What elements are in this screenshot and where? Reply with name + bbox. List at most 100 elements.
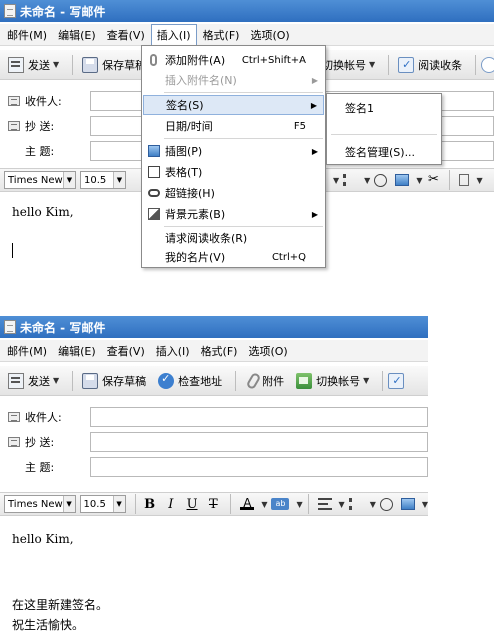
bold-button[interactable]: B xyxy=(140,495,158,513)
insert-image-icon[interactable] xyxy=(395,174,410,186)
save-draft-label: 保存草稿 xyxy=(102,374,147,388)
save-draft-button[interactable]: 保存草稿 xyxy=(78,55,150,75)
cc-label[interactable]: 抄 送: xyxy=(0,434,84,450)
highlight-icon[interactable]: ab xyxy=(271,498,290,510)
attach-button[interactable]: 附件 xyxy=(241,371,288,391)
align-icon[interactable] xyxy=(317,498,332,510)
my-card-shortcut: Ctrl+Q xyxy=(271,251,306,263)
info-icon[interactable] xyxy=(481,56,494,73)
send-button[interactable]: 发送 ▼ xyxy=(4,55,63,75)
menu-options[interactable]: 选项(O) xyxy=(243,341,292,361)
strikethrough-button[interactable]: T xyxy=(204,495,222,513)
chevron-down-icon[interactable]: ▼ xyxy=(296,500,302,509)
to-label[interactable]: 收件人: xyxy=(0,93,84,109)
title-bar: 未命名 - 写邮件 xyxy=(0,0,494,22)
chevron-down-icon[interactable]: ▼ xyxy=(53,376,59,385)
menu-item-my-card[interactable]: 我的名片(V) Ctrl+Q xyxy=(143,247,324,267)
screenshot-scissors-icon[interactable]: ✂ xyxy=(426,173,440,186)
bullet-list-icon[interactable] xyxy=(348,498,363,510)
my-card-label: 我的名片(V) xyxy=(165,251,226,264)
menu-view[interactable]: 查看(V) xyxy=(102,341,150,361)
emoticon-icon[interactable] xyxy=(379,497,393,511)
chevron-down-icon[interactable]: ▼ xyxy=(363,376,369,385)
chevron-down-icon[interactable]: ▼ xyxy=(63,172,75,188)
chevron-down-icon[interactable]: ▼ xyxy=(364,176,370,185)
subject-label: 主 题: xyxy=(25,461,55,474)
submenu-item-manage-signatures[interactable]: 签名管理(S)... xyxy=(345,144,415,160)
menu-item-background[interactable]: 背景元素(B) ▶ xyxy=(143,204,324,224)
chevron-down-icon[interactable]: ▼ xyxy=(113,172,125,188)
chevron-down-icon[interactable]: ▼ xyxy=(62,496,75,512)
menu-item-datetime[interactable]: 日期/时间 F5 xyxy=(143,116,324,136)
menu-insert[interactable]: 插入(I) xyxy=(151,341,195,361)
menu-format[interactable]: 格式(F) xyxy=(196,341,243,361)
submenu-item-signature1[interactable]: 签名1 xyxy=(345,100,374,116)
chevron-down-icon[interactable]: ▼ xyxy=(422,500,428,509)
italic-button[interactable]: I xyxy=(162,495,180,513)
cc-input[interactable] xyxy=(90,432,428,452)
font-size-select[interactable]: 10.5 ▼ xyxy=(79,495,126,513)
menu-view[interactable]: 查看(V) xyxy=(102,25,150,45)
chevron-down-icon[interactable]: ▼ xyxy=(339,500,345,509)
chevron-right-icon: ▶ xyxy=(311,209,318,219)
menu-mail[interactable]: 邮件(M) xyxy=(2,25,52,45)
menu-format[interactable]: 格式(F) xyxy=(198,25,245,45)
save-draft-label: 保存草稿 xyxy=(102,58,147,72)
check-address-button[interactable]: 检查地址 xyxy=(154,371,226,391)
read-receipt-label: 阅读收条 xyxy=(418,58,463,72)
to-label-text: 收件人: xyxy=(25,95,62,108)
chevron-down-icon[interactable]: ▼ xyxy=(476,176,482,185)
request-receipt-label: 请求阅读收条(R) xyxy=(165,232,248,245)
switch-account-button[interactable]: 切换帐号 ▼ xyxy=(292,371,373,391)
insert-image-icon[interactable] xyxy=(400,498,415,510)
cc-label[interactable]: 抄 送: xyxy=(0,118,84,134)
font-family-select[interactable]: Times New R ▼ xyxy=(4,495,76,513)
format-right-group: ▼ ▼ ▼ ✂ ▼ xyxy=(330,170,483,190)
save-draft-button[interactable]: 保存草稿 xyxy=(78,371,150,391)
signature-line: 在这里新建签名。 xyxy=(12,598,109,612)
menu-item-picture[interactable]: 插图(P) ▶ xyxy=(143,141,324,161)
menu-item-attach-file[interactable]: 添加附件(A) Ctrl+Shift+A xyxy=(143,50,324,70)
cc-label-text: 抄 送: xyxy=(25,436,55,449)
chevron-down-icon[interactable]: ▼ xyxy=(112,496,125,512)
toolbar-separator xyxy=(235,370,237,391)
subject-input[interactable] xyxy=(90,457,428,477)
menu-item-signature[interactable]: 签名(S) ▶ xyxy=(143,95,324,115)
menu-edit[interactable]: 编辑(E) xyxy=(53,25,101,45)
send-button[interactable]: 发送 ▼ xyxy=(4,371,63,391)
chevron-down-icon[interactable]: ▼ xyxy=(261,500,267,509)
read-receipt-icon[interactable] xyxy=(388,372,405,389)
to-label[interactable]: 收件人: xyxy=(0,409,84,425)
contact-card-icon xyxy=(8,437,20,447)
emoticon-icon[interactable] xyxy=(374,173,388,187)
format-toolbar: Times New R ▼ 10.5 ▼ B I U T A ▼ ab ▼ ▼ … xyxy=(0,492,428,516)
menu-item-request-receipt[interactable]: 请求阅读收条(R) xyxy=(143,228,324,248)
chevron-down-icon[interactable]: ▼ xyxy=(416,176,422,185)
chevron-down-icon[interactable]: ▼ xyxy=(370,500,376,509)
font-color-icon[interactable]: A xyxy=(240,497,255,510)
send-label: 发送 xyxy=(28,58,50,72)
floppy-icon xyxy=(82,56,99,73)
underline-button[interactable]: U xyxy=(183,495,201,513)
message-body-editor[interactable]: hello Kim, 在这里新建签名。 祝生活愉快。 xyxy=(0,518,428,644)
menu-mail[interactable]: 邮件(M) xyxy=(2,341,52,361)
stationery-icon[interactable] xyxy=(459,174,470,186)
read-receipt-button[interactable]: 阅读收条 xyxy=(394,55,466,75)
chevron-down-icon[interactable]: ▼ xyxy=(369,60,375,69)
menu-insert[interactable]: 插入(I) xyxy=(150,24,197,45)
paperclip-icon xyxy=(150,54,157,66)
compose-window-with-signature: 未命名 - 写邮件 邮件(M) 编辑(E) 查看(V) 插入(I) 格式(F) … xyxy=(0,316,428,644)
menu-edit[interactable]: 编辑(E) xyxy=(53,341,101,361)
menu-item-table[interactable]: 表格(T) xyxy=(143,162,324,182)
menu-item-hyperlink[interactable]: 超链接(H) xyxy=(143,183,324,203)
to-input[interactable] xyxy=(90,407,428,427)
chevron-down-icon[interactable]: ▼ xyxy=(333,176,339,185)
table-label: 表格(T) xyxy=(165,166,203,179)
attach-label: 附件 xyxy=(262,374,285,388)
bullet-list-icon[interactable] xyxy=(343,174,357,186)
switch-account-button[interactable]: 切换帐号 ▼ xyxy=(318,55,379,75)
chevron-down-icon[interactable]: ▼ xyxy=(53,60,59,69)
font-family-select[interactable]: Times New R ▼ xyxy=(4,171,76,189)
font-size-select[interactable]: 10.5 ▼ xyxy=(80,171,126,189)
menu-options[interactable]: 选项(O) xyxy=(245,25,294,45)
